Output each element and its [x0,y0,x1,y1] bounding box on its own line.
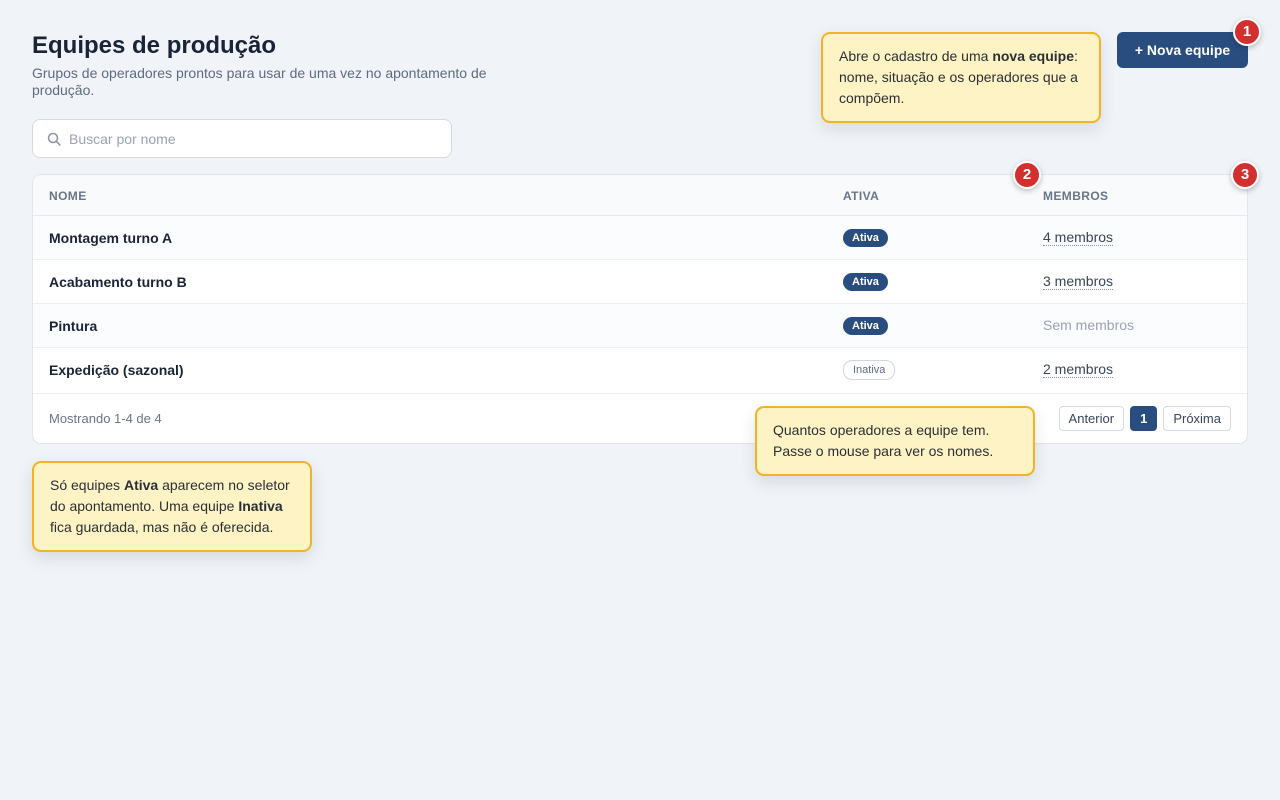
pagination: Anterior 1 Próxima [1058,406,1231,431]
team-name[interactable]: Pintura [49,318,97,334]
table-row[interactable]: Expedição (sazonal) Inativa 2 membros [33,348,1247,394]
column-header-members[interactable]: MEMBROS [1043,189,1108,203]
members-count[interactable]: 3 membros [1043,274,1114,290]
page-title: Equipes de produção [32,32,277,59]
table-row[interactable]: Montagem turno A Ativa 4 membros [33,216,1247,260]
table-header: NOME ATIVA MEMBROS [33,175,1247,216]
table-row[interactable]: Pintura Ativa Sem membros [33,304,1247,348]
members-count: Sem membros [1043,317,1135,333]
tooltip-text: Só equipes [50,477,124,493]
new-team-button[interactable]: + Nova equipe [1117,32,1248,68]
tooltip-bold: Inativa [238,498,283,514]
tooltip-members: Quantos operadores a equipe tem. Passe o… [755,406,1035,476]
status-badge: Inativa [843,360,896,380]
team-name[interactable]: Montagem turno A [49,230,172,246]
status-badge: Ativa [843,273,888,291]
tooltip-status: Só equipes Ativa aparecem no seletor do … [32,461,312,552]
members-count[interactable]: 4 membros [1043,230,1114,246]
marker-3: 3 [1231,161,1259,189]
column-header-name[interactable]: NOME [49,189,87,203]
results-count: Mostrando 1-4 de 4 [49,411,162,426]
tooltip-text: Abre o cadastro de uma [839,48,993,64]
teams-table: NOME ATIVA MEMBROS Montagem turno A Ativ… [32,174,1248,444]
previous-page-button[interactable]: Anterior [1058,406,1125,431]
page-subtitle: Grupos de operadores prontos para usar d… [32,65,487,98]
search-icon [47,132,61,146]
team-name[interactable]: Expedição (sazonal) [49,362,184,378]
members-count[interactable]: 2 membros [1043,362,1114,378]
column-header-active[interactable]: ATIVA [843,189,879,203]
marker-2: 2 [1013,161,1041,189]
search-box[interactable] [32,119,452,158]
team-name[interactable]: Acabamento turno B [49,274,187,290]
status-badge: Ativa [843,229,888,247]
next-page-button[interactable]: Próxima [1163,406,1231,431]
tooltip-text: Quantos operadores a equipe tem. Passe o… [773,422,994,459]
search-input[interactable] [69,123,429,154]
marker-1: 1 [1233,18,1261,46]
tooltip-new-team: Abre o cadastro de uma nova equipe: nome… [821,32,1101,123]
table-row[interactable]: Acabamento turno B Ativa 3 membros [33,260,1247,304]
tooltip-text: fica guardada, mas não é oferecida. [50,519,274,535]
tooltip-bold: nova equipe [992,48,1074,64]
table-footer: Mostrando 1-4 de 4 Anterior 1 Próxima [33,394,1247,443]
table-body: Montagem turno A Ativa 4 membros Acabame… [33,216,1247,394]
tooltip-bold: Ativa [123,477,159,493]
page-1-button[interactable]: 1 [1130,406,1158,431]
status-badge: Ativa [843,317,888,335]
